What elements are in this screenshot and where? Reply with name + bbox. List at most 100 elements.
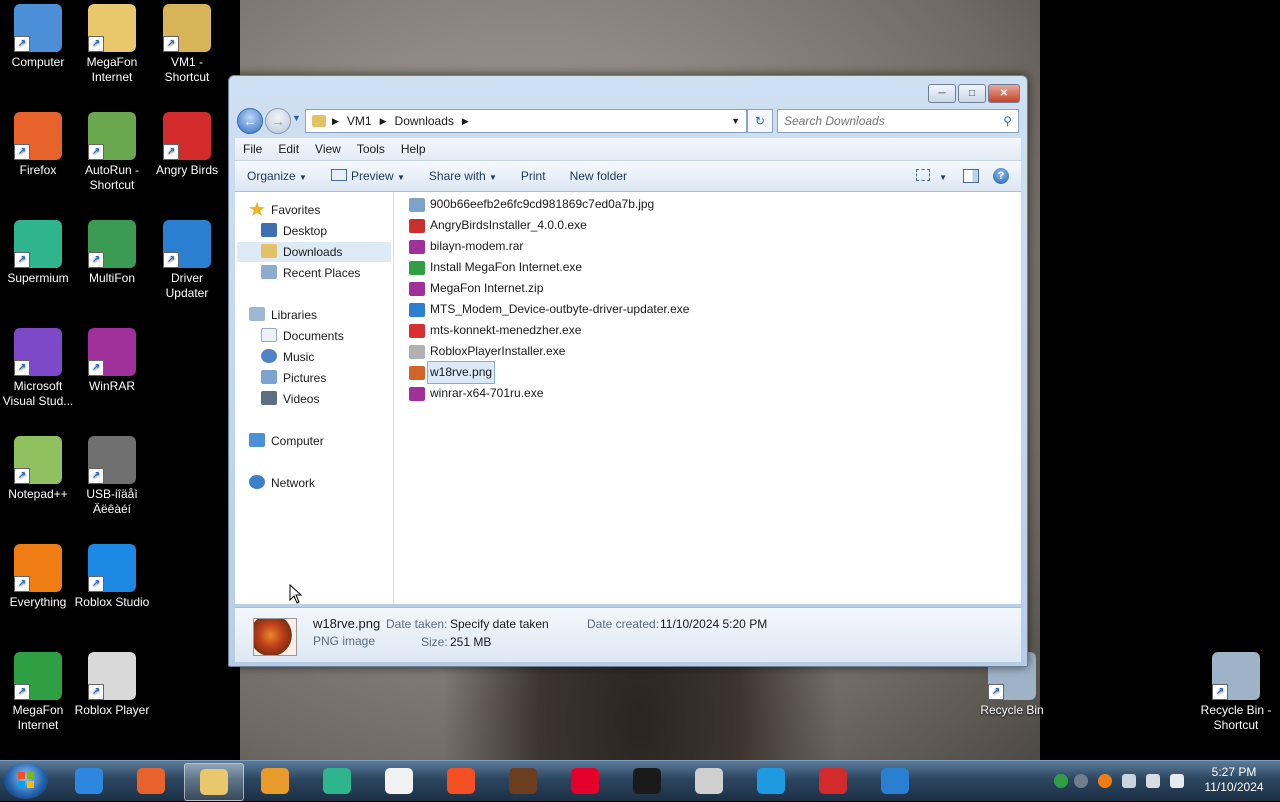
breadcrumb-separator-icon[interactable]: ▶ [462,116,469,127]
breadcrumb-separator-icon[interactable]: ▶ [332,116,339,127]
nav-music[interactable]: Music [261,347,314,367]
minimize-button[interactable]: ─ [928,84,956,103]
nav-pictures-label: Pictures [283,371,327,385]
nav-desktop[interactable]: Desktop [261,221,327,241]
taskbar-button[interactable] [432,763,490,799]
file-name: 900b66eefb2e6fc9cd981869c7ed0a7b.jpg [430,197,655,211]
taskbar-button[interactable] [184,763,244,801]
nav-network[interactable]: Network [249,473,315,493]
taskbar-button[interactable] [494,763,552,799]
winrar-icon [409,239,425,254]
date-taken-value[interactable]: Specify date taken [450,617,549,631]
file-name: winrar-x64-701ru.exe [430,386,544,400]
menu-help[interactable]: Help [393,142,434,156]
taskbar-button[interactable] [122,763,180,799]
search-input[interactable] [778,113,996,129]
desktop-icon[interactable]: ↗ Microsoft Visual Stud... [0,328,76,409]
desktop-icon[interactable]: ↗ Driver Updater [149,220,225,301]
nav-documents[interactable]: Documents [261,326,344,346]
file-row[interactable]: MegaFon Internet.zip [409,278,1009,299]
refresh-button[interactable]: ↻ [747,109,773,133]
file-row[interactable]: MTS_Modem_Device-outbyte-driver-updater.… [409,299,1009,320]
forward-button[interactable]: → [265,108,291,134]
taskbar-button[interactable] [866,763,924,799]
menu-file[interactable]: File [235,142,270,156]
print-button[interactable]: Print [509,169,558,183]
desktop-icon[interactable]: ↗ Angry Birds [149,112,225,178]
taskbar-button[interactable] [742,763,800,799]
start-button[interactable] [4,763,48,799]
network-status-icon[interactable] [1074,774,1088,788]
desktop-icon[interactable]: ↗ MegaFon Internet [0,652,76,733]
desktop-icon[interactable]: ↗ AutoRun - Shortcut [74,112,150,193]
desktop-icon[interactable]: ↗ Roblox Studio [74,544,150,610]
file-row[interactable]: winrar-x64-701ru.exe [409,383,1009,404]
action-center-flag-icon[interactable] [1170,774,1184,788]
file-row[interactable]: 900b66eefb2e6fc9cd981869c7ed0a7b.jpg [409,194,1009,215]
nav-libraries[interactable]: Libraries [249,305,317,325]
desktop-icon[interactable]: ↗ Recycle Bin - Shortcut [1198,652,1274,733]
taskbar-button[interactable] [680,763,738,799]
nav-favorites[interactable]: Favorites [249,200,320,220]
desktop-icon-label: AutoRun - Shortcut [84,163,140,192]
breadcrumb-vm1[interactable]: VM1 [347,114,372,128]
breadcrumb-separator-icon[interactable]: ▶ [380,116,387,127]
menu-edit[interactable]: Edit [270,142,307,156]
desktop-icon[interactable]: ↗ MultiFon [74,220,150,286]
close-button[interactable]: ✕ [988,84,1020,103]
help-button[interactable]: ? [989,168,1021,184]
view-options-button[interactable]: ▼ [904,169,953,183]
desktop-icon[interactable]: ↗ USB-iîäåì Äëêàéí [74,436,150,517]
menu-tools[interactable]: Tools [349,142,393,156]
file-row[interactable]: bilayn-modem.rar [409,236,1009,257]
desktop-icon[interactable]: ↗ Notepad++ [0,436,76,502]
taskbar-button[interactable] [556,763,614,799]
taskbar-button[interactable] [370,763,428,799]
new-folder-button[interactable]: New folder [558,169,639,183]
address-dropdown-icon[interactable]: ▼ [731,116,740,126]
desktop-icon[interactable]: ↗ Supermium [0,220,76,286]
taskbar-button[interactable] [308,763,366,799]
share-with-button[interactable]: Share with ▼ [417,169,509,183]
desktop-icon[interactable]: ↗ Computer [0,4,76,70]
search-tray-icon[interactable] [1098,774,1112,788]
details-filetype: PNG image [313,634,376,648]
recent-pages-dropdown[interactable]: ▼ [292,113,301,123]
taskbar-button[interactable] [618,763,676,799]
preview-pane-button[interactable] [953,168,989,184]
desktop-icon[interactable]: ↗ WinRAR [74,328,150,394]
taskbar-button[interactable] [60,763,118,799]
desktop-icon[interactable]: ↗ Everything [0,544,76,610]
file-row[interactable]: mts-konnekt-menedzher.exe [409,320,1009,341]
taskbar-button[interactable] [246,763,304,799]
taskbar-button[interactable] [804,763,862,799]
file-row[interactable]: Install MegaFon Internet.exe [409,257,1009,278]
desktop-icon[interactable]: ↗ Roblox Player [74,652,150,718]
maximize-button[interactable]: □ [958,84,986,103]
back-button[interactable]: ← [237,108,263,134]
search-box[interactable]: ⚲ [777,109,1019,133]
organize-button[interactable]: Organize ▼ [235,169,319,183]
desktop-icon[interactable]: ↗ Firefox [0,112,76,178]
desktop-icon[interactable]: ↗ MegaFon Internet [74,4,150,85]
nav-videos[interactable]: Videos [261,389,319,409]
file-row[interactable]: w18rve.png [409,361,1009,384]
preview-pane-icon [963,168,979,183]
nav-computer[interactable]: Computer [249,431,324,451]
file-row[interactable]: RobloxPlayerInstaller.exe [409,341,1009,362]
address-bar[interactable]: ▶ VM1 ▶ Downloads ▶ ▼ [305,109,747,133]
nav-downloads[interactable]: Downloads [237,242,391,262]
megafon-tray-icon[interactable] [1054,774,1068,788]
clock[interactable]: 5:27 PM 11/10/2024 [1196,765,1272,795]
menu-view[interactable]: View [307,142,349,156]
breadcrumb-downloads[interactable]: Downloads [395,114,454,128]
preview-button[interactable]: Preview ▼ [319,169,417,183]
desktop-icon[interactable]: ↗ VM1 - Shortcut [149,4,225,85]
device-tray-icon[interactable] [1122,774,1136,788]
file-row[interactable]: AngryBirdsInstaller_4.0.0.exe [409,215,1009,236]
nav-pictures[interactable]: Pictures [261,368,326,388]
search-icon[interactable]: ⚲ [1003,114,1012,128]
shortcut-arrow-icon: ↗ [88,576,104,592]
volume-muted-icon[interactable] [1146,774,1160,788]
nav-recent-places[interactable]: Recent Places [261,263,360,283]
